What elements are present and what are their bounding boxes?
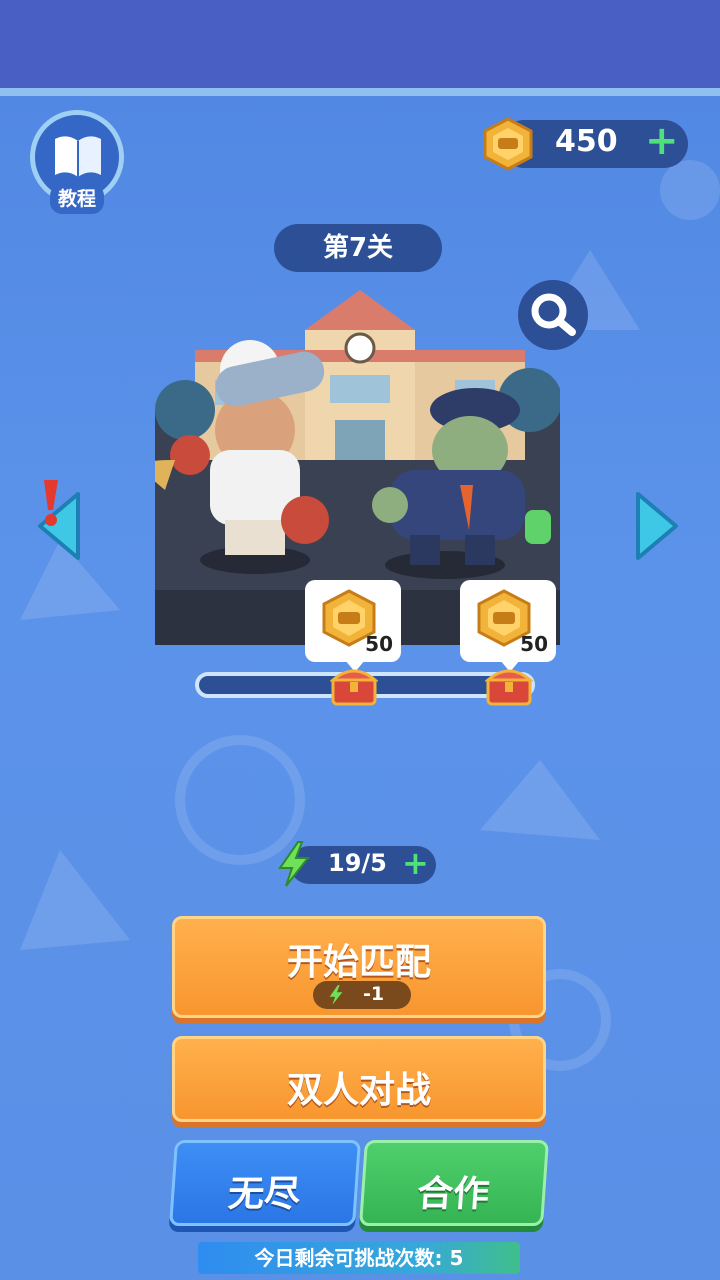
reward-amount: 50 [520, 632, 548, 656]
energy-cost: -1 [363, 983, 385, 1005]
reward-amount: 50 [365, 632, 393, 656]
start-match-label: 开始匹配 [286, 942, 431, 983]
treasure-chest-icon[interactable] [485, 664, 533, 706]
exclamation-alert-icon [44, 480, 58, 526]
level-title: 第7关 [274, 224, 442, 272]
tutorial-label[interactable]: 教程 [50, 184, 104, 214]
treasure-chest-icon[interactable] [330, 664, 378, 706]
energy-count: 19/5 [328, 849, 387, 877]
two-player-battle-button[interactable]: 双人对战 [172, 1036, 546, 1122]
coop-mode-label: 合作 [415, 1174, 491, 1215]
add-energy-button[interactable]: + [402, 844, 429, 882]
coin-icon [483, 117, 533, 171]
lightning-icon [278, 841, 311, 887]
next-level-arrow[interactable] [634, 490, 682, 562]
reward-card-1: 50 [305, 580, 401, 672]
two-player-battle-label: 双人对战 [286, 1070, 431, 1111]
coop-mode-button[interactable]: 合作 [358, 1140, 550, 1226]
start-match-button[interactable]: 开始匹配 -1 [172, 916, 546, 1018]
endless-mode-button[interactable]: 无尽 [168, 1140, 362, 1226]
energy-cost-badge: -1 [313, 981, 411, 1009]
endless-mode-label: 无尽 [226, 1174, 302, 1215]
add-coins-button[interactable]: + [645, 118, 679, 164]
remaining-challenges-text: 今日剩余可挑战次数: 5 [198, 1242, 520, 1274]
book-icon [55, 136, 101, 177]
coin-count: 450 [555, 124, 618, 159]
reward-card-2: 50 [460, 580, 556, 672]
lightning-icon [329, 985, 343, 1005]
